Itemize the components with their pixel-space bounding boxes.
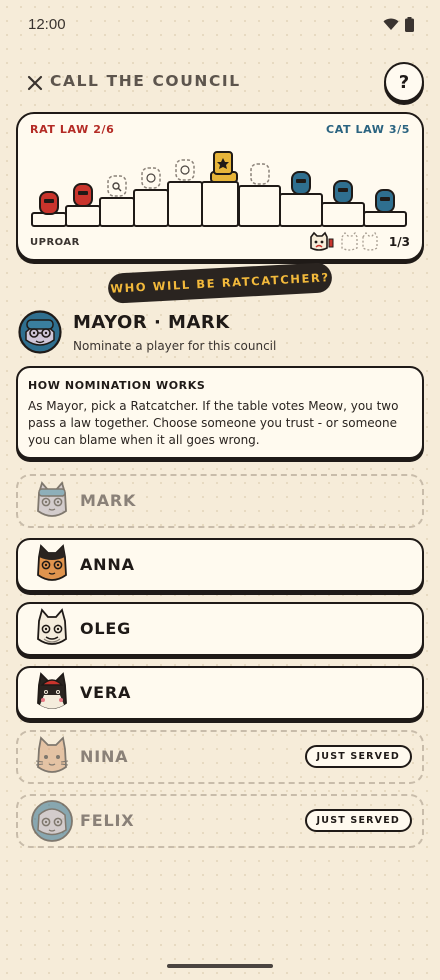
player-row-oleg[interactable]: OLEG: [16, 602, 424, 656]
track-step: [279, 193, 323, 227]
face-slot-icon: [175, 159, 195, 181]
wifi-icon: [383, 18, 399, 30]
uproar-slot-icon: [341, 231, 358, 251]
status-time: 12:00: [28, 16, 66, 33]
cat-pawn-icon: [291, 171, 311, 195]
uproar-slot-icon: [362, 231, 378, 251]
uproar-meter: [310, 231, 378, 251]
mayor-avatar: [18, 310, 62, 354]
cat-avatar-icon: [37, 481, 67, 517]
player-name: NINA: [80, 747, 129, 766]
player-name: OLEG: [80, 619, 132, 638]
player-name: ANNA: [80, 555, 135, 574]
player-row-mark: MARK: [16, 474, 424, 528]
cat-avatar-icon: [37, 672, 67, 709]
track-step: [167, 181, 203, 227]
cat-pawn-icon: [375, 189, 395, 213]
player-name: VERA: [80, 683, 132, 702]
rat-pawn-icon: [39, 191, 59, 215]
cat-avatar-icon: [37, 544, 67, 581]
ratcatcher-banner: WHO WILL BE RATCATCHER?: [107, 262, 333, 304]
nomination-info-card: HOW NOMINATION WORKS As Mayor, pick a Ra…: [16, 366, 424, 459]
cat-avatar-icon: [37, 608, 67, 645]
cat-avatar-icon: [35, 736, 69, 773]
cat-pawn-icon: [333, 180, 353, 204]
status-bar: 12:00: [0, 0, 440, 52]
info-title: HOW NOMINATION WORKS: [28, 379, 206, 392]
player-list: MARK ANNA OLEG VERA NINA JUST SERVED FEL…: [16, 474, 424, 858]
battery-icon: [405, 17, 414, 32]
law-track: [31, 151, 407, 227]
player-row-felix: FELIX JUST SERVED: [16, 794, 424, 848]
search-slot-icon: [107, 175, 127, 197]
player-name: MARK: [80, 491, 137, 510]
track-step: [65, 205, 101, 227]
angry-cat-icon: [310, 231, 334, 251]
track-step: [363, 211, 407, 227]
mayor-title: MAYOR · MARK: [73, 312, 230, 333]
cat-avatar-icon: [31, 800, 73, 842]
track-step: [238, 185, 281, 227]
mayor-section: MAYOR · MARK Nominate a player for this …: [18, 308, 418, 358]
page-title: CALL THE COUNCIL: [50, 72, 241, 90]
uproar-count: 1/3: [388, 235, 410, 249]
law-track-board: RAT LAW 2/6 CAT LAW 3/5 UPROAR 1/3: [16, 112, 424, 261]
empty-slot-icon: [250, 163, 270, 185]
info-text: As Mayor, pick a Ratcatcher. If the tabl…: [28, 399, 399, 447]
track-step: [133, 189, 169, 227]
home-indicator[interactable]: [167, 964, 273, 968]
face-slot-icon: [141, 167, 161, 189]
player-row-nina: NINA JUST SERVED: [16, 730, 424, 784]
track-step: [321, 202, 365, 227]
help-button[interactable]: ?: [384, 62, 424, 102]
just-served-badge: JUST SERVED: [304, 809, 412, 832]
uproar-label: UPROAR: [30, 237, 80, 248]
just-served-badge: JUST SERVED: [304, 745, 412, 768]
mayor-subtitle: Nominate a player for this council: [73, 339, 277, 353]
player-row-anna[interactable]: ANNA: [16, 538, 424, 592]
close-button[interactable]: [24, 72, 46, 94]
player-row-vera[interactable]: VERA: [16, 666, 424, 720]
track-step: [99, 197, 135, 227]
track-step: [201, 181, 239, 227]
header: CALL THE COUNCIL ?: [0, 62, 440, 106]
crown-trophy-icon: [210, 151, 238, 183]
player-name: FELIX: [80, 811, 135, 830]
rat-pawn-icon: [73, 183, 93, 207]
close-icon: [27, 75, 43, 91]
